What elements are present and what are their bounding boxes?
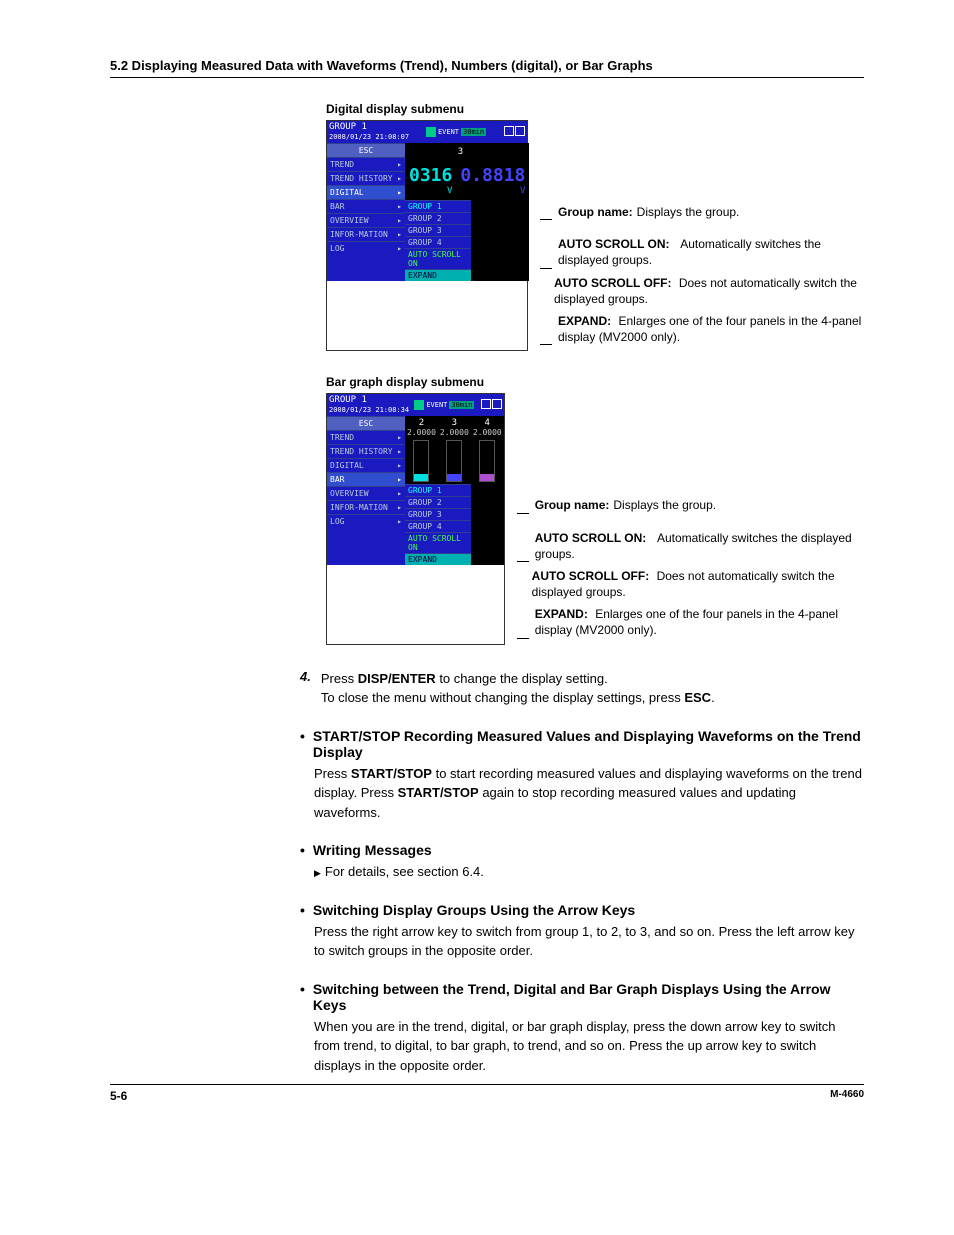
digital-unit-left: V [447,186,452,196]
bar-val-3: 2.0000 [440,428,469,437]
bullet2-ref: For details, see section 6.4. [314,862,864,882]
bullet2-title: Writing Messages [313,842,432,858]
annot2-group-label: Group name: [535,497,610,513]
submenu-autoscroll-on[interactable]: AUTO SCROLL ON [405,248,471,269]
submenu-group1[interactable]: GROUP 1 [405,484,471,496]
step4-disp-enter: DISP/ENTER [358,671,436,686]
bullet-icon: • [300,981,305,1013]
b1-ss2: START/STOP [398,785,479,800]
menu-overview[interactable]: OVERVIEW▸ [327,486,405,500]
submenu-group3[interactable]: GROUP 3 [405,224,471,236]
step4-text-2a: To close the menu without changing the d… [321,690,685,705]
step4-esc: ESC [684,690,711,705]
menu-trend[interactable]: TREND▸ [327,430,405,444]
menu-digital[interactable]: DIGITAL▸ [327,458,405,472]
page-number: 5-6 [110,1089,127,1103]
bullet3-body: Press the right arrow key to switch from… [314,922,864,961]
bullet4-body: When you are in the trend, digital, or b… [314,1017,864,1076]
menu-trend[interactable]: TREND▸ [327,157,405,171]
digital-value-left: 0316 [409,165,452,186]
annot2-group-text: Displays the group. [613,497,716,513]
time-tag: 30min [449,401,474,409]
submenu-group2[interactable]: GROUP 2 [405,496,471,508]
annot-ason-label: AUTO SCROLL ON: [558,237,670,251]
menu-trend-history[interactable]: TREND HISTORY▸ [327,444,405,458]
menu-log[interactable]: LOG▸ [327,241,405,255]
instrument2-group: GROUP 1 [329,395,367,405]
bar-col-3: 3 [452,418,457,428]
annot-group-label: Group name: [558,204,633,220]
bullet-icon: • [300,728,305,760]
doc-id: M-4660 [830,1089,864,1103]
annot-expand-label: EXPAND: [558,314,611,328]
digital-unit-right: V [520,186,525,196]
camera-icon [504,126,514,136]
annot-asoff-label: AUTO SCROLL OFF: [554,276,672,290]
menu-overview[interactable]: OVERVIEW▸ [327,213,405,227]
time-tag: 30min [461,128,486,136]
bullet-switch-displays: •Switching between the Trend, Digital an… [300,981,864,1076]
annot-group-text: Displays the group. [637,204,740,220]
digital-col-3: 3 [458,147,463,157]
menu-information[interactable]: INFOR-MATION▸ [327,227,405,241]
section-header: 5.2 Displaying Measured Data with Wavefo… [110,58,864,78]
b1-ss1: START/STOP [351,766,432,781]
bullet3-title: Switching Display Groups Using the Arrow… [313,902,635,918]
bullet-icon: • [300,842,305,858]
menu-log[interactable]: LOG▸ [327,514,405,528]
submenu-group3[interactable]: GROUP 3 [405,508,471,520]
bullet-icon: • [300,902,305,918]
menu-trend-history[interactable]: TREND HISTORY▸ [327,171,405,185]
event-tag: EVENT [438,128,459,136]
instrument-group: GROUP 1 [329,122,367,132]
menu-esc[interactable]: ESC [327,143,405,157]
bullet1-title: START/STOP Recording Measured Values and… [313,728,864,760]
disk-icon [426,127,436,137]
submenu-group1[interactable]: GROUP 1 [405,200,471,212]
annot2-asoff-label: AUTO SCROLL OFF: [532,569,650,583]
digital-value-right: 0.8818 [460,165,525,186]
step4-text-2c: . [711,690,715,705]
submenu-group2[interactable]: GROUP 2 [405,212,471,224]
annot2-ason-label: AUTO SCROLL ON: [535,531,647,545]
figure2-title: Bar graph display submenu [326,375,864,389]
bar-col-4: 4 [485,418,490,428]
bullet-writing-messages: • Writing Messages For details, see secti… [300,842,864,882]
step4-text-c: to change the display setting. [436,671,608,686]
figure-title: Digital display submenu [326,102,864,116]
submenu-expand[interactable]: EXPAND [405,269,471,281]
page-footer: 5-6 M-4660 [110,1084,864,1103]
bullet4-title: Switching between the Trend, Digital and… [313,981,864,1013]
step-4: 4. Press DISP/ENTER to change the displa… [300,669,854,708]
step-number: 4. [300,669,311,708]
bar-val-4: 2.0000 [473,428,502,437]
menu-information[interactable]: INFOR-MATION▸ [327,500,405,514]
bar-col-2: 2 [419,418,424,428]
settings-icon [515,126,525,136]
bullet-start-stop: •START/STOP Recording Measured Values an… [300,728,864,823]
submenu-expand[interactable]: EXPAND [405,553,471,565]
camera-icon [481,399,491,409]
settings-icon [492,399,502,409]
figure-digital-submenu: Digital display submenu GROUP 1 2008/01/… [326,102,864,351]
annot2-expand-label: EXPAND: [535,607,588,621]
instrument-date: 2008/01/23 21:08:07 [329,133,409,141]
instrument2-date: 2008/01/23 21:08:34 [329,406,409,414]
bullet-switch-groups: • Switching Display Groups Using the Arro… [300,902,864,961]
b1-a: Press [314,766,351,781]
bar-val-2: 2.0000 [407,428,436,437]
disk-icon [414,400,424,410]
menu-digital[interactable]: DIGITAL▸ [327,185,405,199]
event-tag: EVENT [426,401,447,409]
figure-bar-submenu: Bar graph display submenu GROUP 1 2008/0… [326,375,864,644]
step4-text-a: Press [321,671,358,686]
submenu-autoscroll-on[interactable]: AUTO SCROLL ON [405,532,471,553]
menu-bar[interactable]: BAR▸ [327,472,405,486]
submenu-group4[interactable]: GROUP 4 [405,520,471,532]
submenu-group4[interactable]: GROUP 4 [405,236,471,248]
menu-bar[interactable]: BAR▸ [327,199,405,213]
menu-esc[interactable]: ESC [327,416,405,430]
